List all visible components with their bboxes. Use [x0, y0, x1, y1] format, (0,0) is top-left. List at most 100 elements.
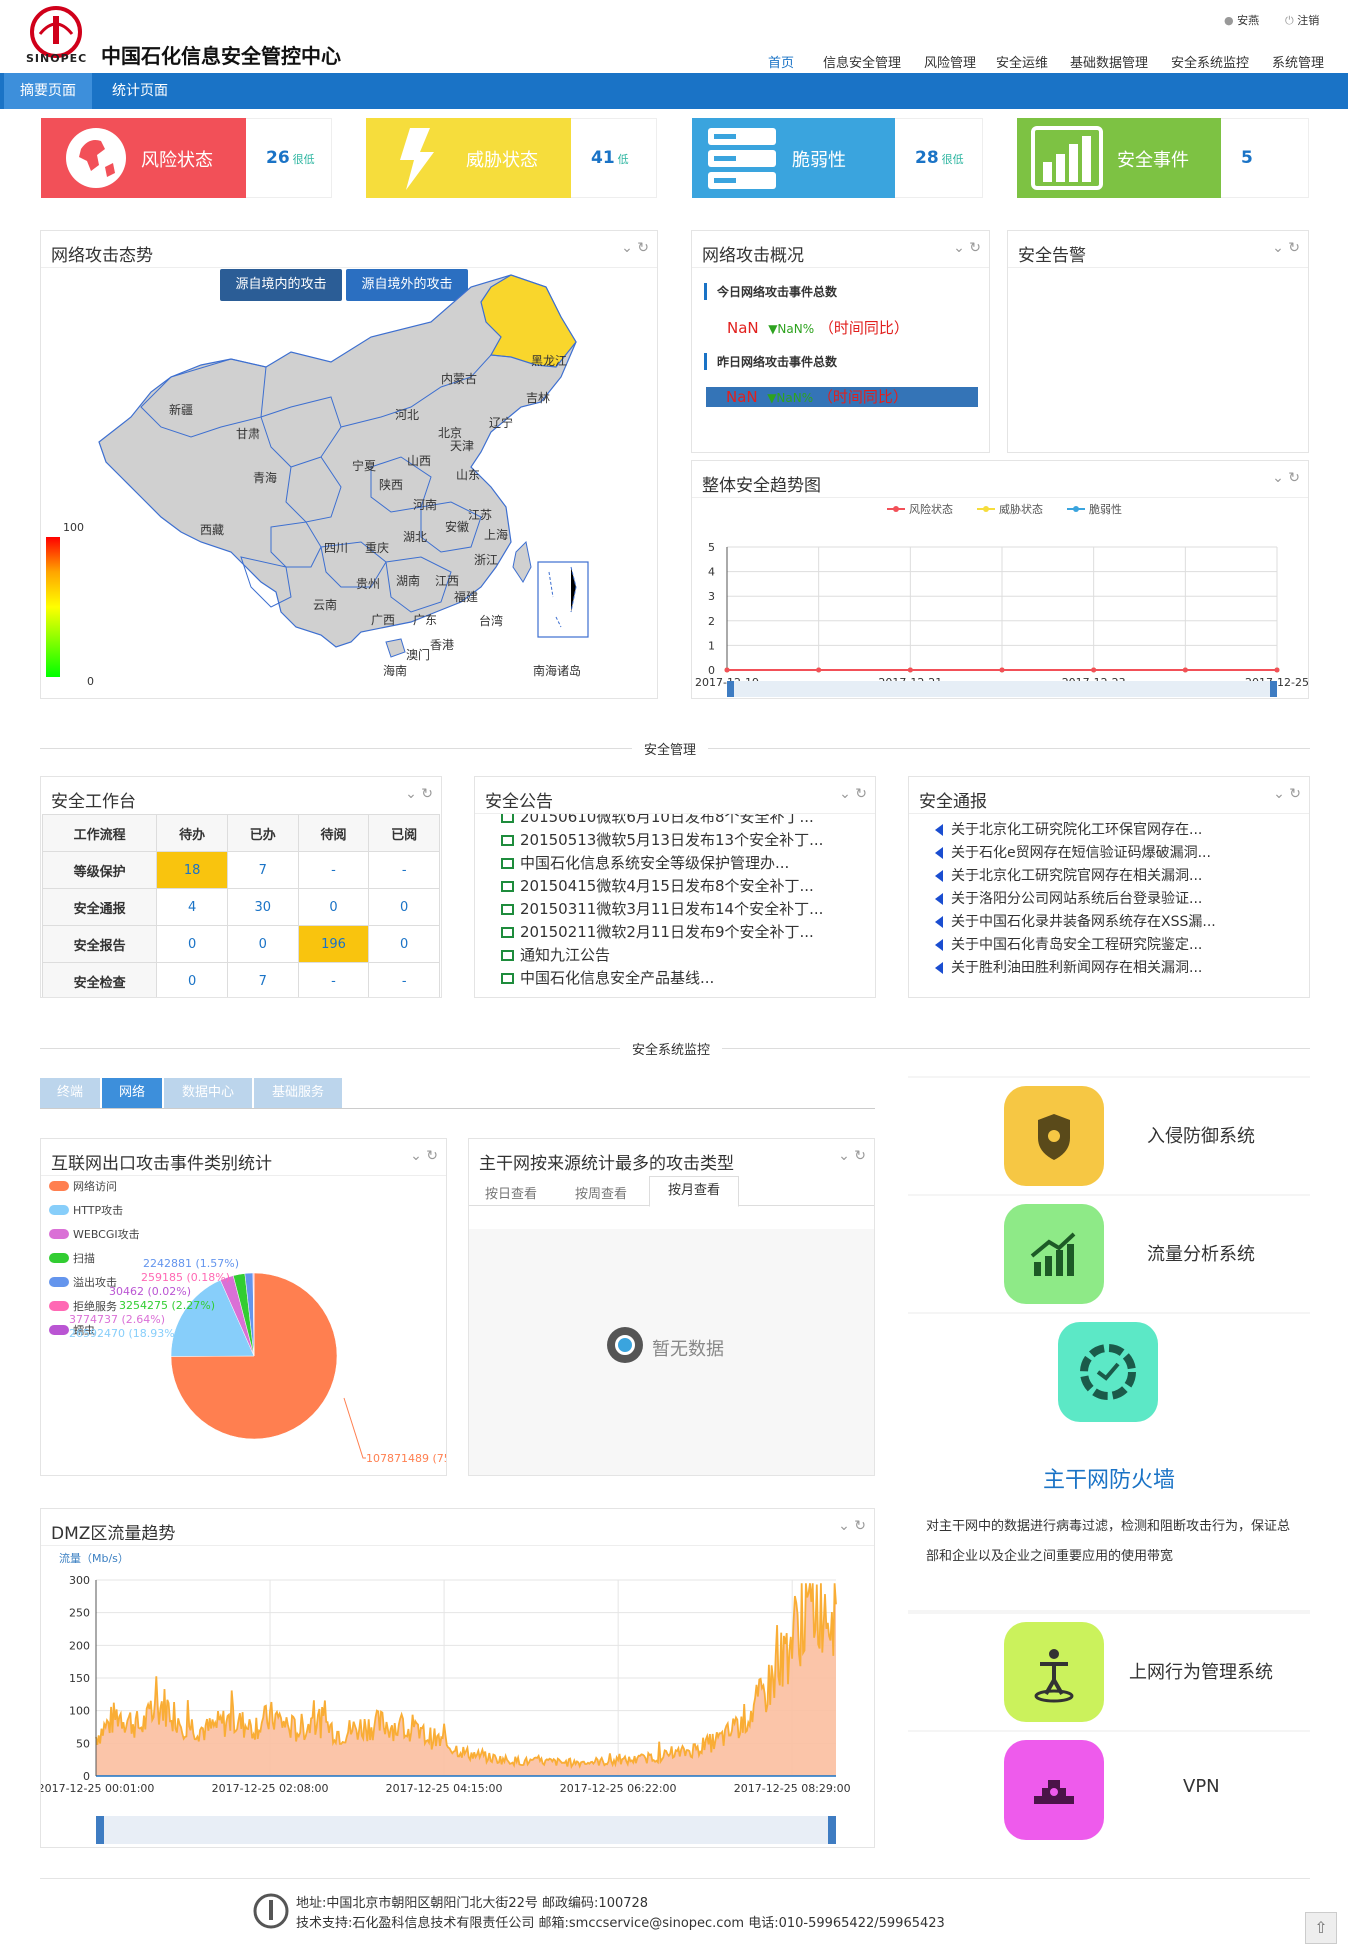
tab-statistics[interactable]: 统计页面 [96, 73, 184, 109]
tab-by-month[interactable]: 按月查看 [649, 1176, 739, 1207]
panel-title: 安全通报 [919, 792, 987, 812]
user-menu[interactable]: ● 安燕 [1224, 12, 1259, 28]
speaker-icon [935, 893, 943, 905]
back-to-top-button[interactable]: ⇧ [1305, 1912, 1337, 1944]
system-card-firewall[interactable]: 主干网防火墙 对主干网中的数据进行病毒过滤，检测和阻断攻击行为，保证总部和企业以… [908, 1314, 1310, 1610]
notice-list: 20150610微软6月10日发布8个安全补丁... 20150513微软5月13… [475, 814, 875, 997]
tab-network[interactable]: 网络 [102, 1078, 162, 1108]
system-card-ips[interactable]: 入侵防御系统 [908, 1078, 1310, 1194]
refresh-icon[interactable]: ↻ [969, 240, 981, 256]
footer-logo [253, 1893, 289, 1929]
refresh-icon[interactable]: ↻ [1289, 786, 1301, 802]
notice-item[interactable]: 20150311微软3月11日发布14个安全补丁... [501, 898, 871, 919]
zoom-slider [96, 1816, 836, 1844]
refresh-icon[interactable]: ↻ [1288, 240, 1300, 256]
notice-item[interactable]: 20150610微软6月10日发布8个安全补丁... [501, 814, 871, 827]
collapse-icon[interactable]: ⌄ [1273, 786, 1285, 802]
attack-type-panel: 主干网按来源统计最多的攻击类型 ⌄ ↻ 按日查看 按周查看 按月查看 暂无数据 [468, 1138, 875, 1476]
collapse-icon[interactable]: ⌄ [953, 240, 965, 256]
menu-risk[interactable]: 风险管理 [924, 52, 976, 71]
refresh-icon[interactable]: ↻ [854, 1148, 866, 1164]
refresh-icon[interactable]: ↻ [1288, 470, 1300, 486]
collapse-icon[interactable]: ⌄ [410, 1148, 422, 1164]
tab-by-day[interactable]: 按日查看 [485, 1183, 537, 1202]
menu-system-monitor[interactable]: 安全系统监控 [1171, 52, 1249, 71]
shield-icon [1004, 1086, 1104, 1186]
panel-title: 安全工作台 [51, 792, 136, 812]
legend-marker [49, 1181, 69, 1191]
logo-text: SINOPEC [26, 52, 88, 65]
menu-system-admin[interactable]: 系统管理 [1272, 52, 1324, 71]
collapse-icon[interactable]: ⌄ [839, 786, 851, 802]
china-map[interactable]: 新疆 甘肃 青海 西藏 内蒙古 黑龙江 吉林 辽宁 北京 天津 山西 宁夏 陕西… [41, 267, 657, 697]
header: SINOPEC 中国石化信息安全管控中心 ● 安燕 ⏻ 注销 首页 信息安全管理… [0, 0, 1348, 73]
bulletin-item[interactable]: 关于胜利油田胜利新闻网存在相关漏洞... [935, 957, 1305, 977]
system-card-web-behavior[interactable]: 上网行为管理系统 [908, 1614, 1310, 1730]
kpi-threat[interactable]: 威胁状态 [366, 118, 571, 198]
collapse-icon[interactable]: ⌄ [838, 1518, 850, 1534]
label-guizhou: 贵州 [356, 577, 380, 591]
refresh-icon[interactable]: ↻ [855, 786, 867, 802]
refresh-icon[interactable]: ↻ [854, 1518, 866, 1534]
kpi-security-event[interactable]: 安全事件 [1017, 118, 1221, 198]
legend-marker [49, 1205, 69, 1215]
bulletin-item[interactable]: 关于北京化工研究院官网存在相关漏洞... [935, 865, 1305, 885]
notice-item[interactable]: 通知九江公告 [501, 944, 871, 965]
collapse-icon[interactable]: ⌄ [1272, 470, 1284, 486]
system-card-traffic[interactable]: 流量分析系统 [908, 1196, 1310, 1312]
legend-label: 脆弱性 [1089, 502, 1122, 516]
bulletin-item[interactable]: 关于中国石化青岛安全工程研究院鉴定... [935, 934, 1305, 954]
pie-chart: 网络访问HTTP攻击WEBCGI攻击扫描溢出攻击拒绝服务蠕虫2242881 (1… [49, 1179, 446, 1465]
refresh-icon[interactable]: ↻ [421, 786, 433, 802]
system-card-vpn[interactable]: VPN [908, 1732, 1310, 1848]
collapse-icon[interactable]: ⌄ [405, 786, 417, 802]
x-tick-label: 2017-12-25 06:22:00 [560, 1782, 677, 1795]
collapse-icon[interactable]: ⌄ [838, 1148, 850, 1164]
notice-item[interactable]: 中国石化信息安全产品基线... [501, 967, 871, 988]
notice-item[interactable]: 中国石化信息系统安全等级保护管理办... [501, 852, 871, 873]
notice-item[interactable]: 20150513微软5月13日发布13个安全补丁... [501, 829, 871, 850]
kpi-risk[interactable]: 风险状态 [41, 118, 246, 198]
label-guangdong: 广东 [413, 613, 437, 627]
collapse-icon[interactable]: ⌄ [621, 240, 633, 256]
workbench-panel: 安全工作台 ⌄ ↻ 工作流程 待办 已办 待阅 已阅 等级保护 18 7- - 安全通报 4 30… [40, 776, 442, 998]
tab-datacenter[interactable]: 数据中心 [164, 1078, 252, 1108]
tab-basic-service[interactable]: 基础服务 [254, 1078, 342, 1108]
speaker-icon [935, 916, 943, 928]
bulletin-item[interactable]: 关于石化e贸网存在短信验证码爆破漏洞... [935, 842, 1305, 862]
menu-basic-data[interactable]: 基础数据管理 [1070, 52, 1148, 71]
bulletin-item[interactable]: 关于北京化工研究院化工环保官网存在... [935, 819, 1305, 839]
logout-link[interactable]: ⏻ 注销 [1285, 12, 1319, 28]
tab-by-week[interactable]: 按周查看 [575, 1183, 627, 1202]
menu-home[interactable]: 首页 [768, 52, 794, 71]
kpi-risk-value: 26 很低 [246, 118, 332, 198]
notice-item[interactable]: 20150415微软4月15日发布8个安全补丁... [501, 875, 871, 896]
power-icon: ⏻ [1285, 14, 1294, 27]
label-taiwan: 台湾 [479, 613, 503, 628]
label-shanxi: 山西 [407, 454, 431, 468]
label-guangxi: 广西 [371, 613, 395, 627]
menu-ops[interactable]: 安全运维 [996, 52, 1048, 71]
menu-info-security[interactable]: 信息安全管理 [823, 52, 901, 71]
bulletin-item[interactable]: 关于洛阳分公司网站系统后台登录验证... [935, 888, 1305, 908]
notice-item[interactable]: 20150211微软2月11日发布9个安全补丁... [501, 921, 871, 942]
vpn-icon [1004, 1740, 1104, 1840]
y-tick-label: 1 [708, 639, 715, 652]
refresh-icon[interactable]: ↻ [637, 240, 649, 256]
server-icon [708, 128, 776, 189]
kpi-vulnerability[interactable]: 脆弱性 [692, 118, 895, 198]
panel-tools: ⌄ ↻ [838, 1518, 866, 1534]
refresh-icon[interactable]: ↻ [426, 1148, 438, 1164]
legend-label: HTTP攻击 [73, 1203, 123, 1217]
tab-terminal[interactable]: 终端 [40, 1078, 100, 1108]
label-henan: 河南 [413, 497, 437, 512]
yesterday-label: 昨日网络攻击事件总数 [704, 353, 837, 370]
bulletin-item[interactable]: 关于中国石化录井装备网系统存在XSS漏... [935, 911, 1305, 931]
notice-panel: 安全公告 ⌄ ↻ 20150610微软6月10日发布8个安全补丁... 20150… [474, 776, 876, 998]
collapse-icon[interactable]: ⌄ [1272, 240, 1284, 256]
nav-bar: 摘要页面 统计页面 [0, 73, 1348, 109]
label-hongkong: 香港 [430, 638, 454, 652]
tab-summary[interactable]: 摘要页面 [4, 73, 92, 109]
legend-marker [893, 506, 899, 512]
data-point [724, 667, 730, 673]
